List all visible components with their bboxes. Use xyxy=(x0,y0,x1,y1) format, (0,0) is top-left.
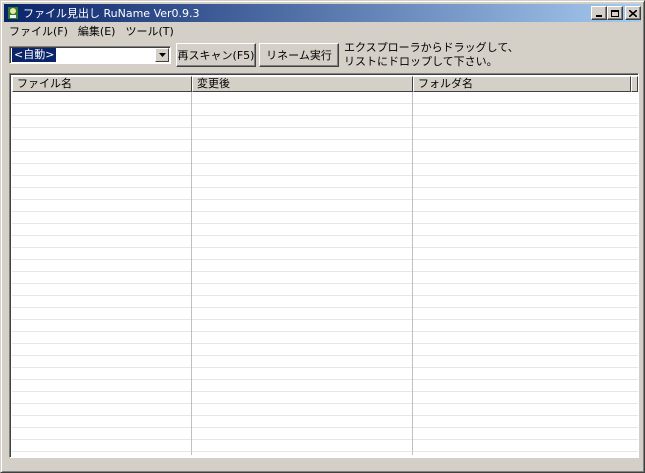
mode-select-value: <自動> xyxy=(12,48,57,62)
minimize-button[interactable] xyxy=(591,6,607,20)
mode-select-dropdown-button[interactable] xyxy=(155,48,169,62)
chevron-down-icon xyxy=(158,53,166,57)
drop-hint: エクスプローラからドラッグして、 リストにドロップして下さい。 xyxy=(344,41,519,69)
rename-button[interactable]: リネーム実行 xyxy=(259,43,339,67)
column-header-new-name[interactable]: 変更後 xyxy=(192,76,413,92)
maximize-button[interactable] xyxy=(607,6,623,20)
title-bar[interactable]: ファイル見出し RuName Ver0.9.3 xyxy=(4,4,641,22)
close-button[interactable] xyxy=(625,6,641,20)
list-header: ファイル名 変更後 フォルダ名 xyxy=(12,76,638,92)
column-header-filename[interactable]: ファイル名 xyxy=(12,76,192,92)
minimize-icon xyxy=(596,15,602,17)
menu-bar: ファイル(F) 編集(E) ツール(T) xyxy=(4,23,179,40)
list-rows[interactable] xyxy=(12,92,638,455)
rescan-button[interactable]: 再スキャン(F5) xyxy=(176,43,256,67)
status-bar xyxy=(4,461,641,471)
drop-hint-line1: エクスプローラからドラッグして、 xyxy=(344,41,519,54)
column-header-filler xyxy=(631,76,638,92)
app-icon xyxy=(6,6,20,20)
mode-select[interactable]: <自動> xyxy=(9,46,171,64)
maximize-icon xyxy=(611,9,619,17)
menu-file[interactable]: ファイル(F) xyxy=(4,23,73,40)
drop-hint-line2: リストにドロップして下さい。 xyxy=(344,55,498,68)
menu-tools[interactable]: ツール(T) xyxy=(120,23,178,40)
window-title: ファイル見出し RuName Ver0.9.3 xyxy=(23,7,200,20)
column-header-folder[interactable]: フォルダ名 xyxy=(413,76,631,92)
menu-edit[interactable]: 編集(E) xyxy=(73,23,121,40)
main-window: ファイル見出し RuName Ver0.9.3 ファイル(F) 編集(E) ツー… xyxy=(0,0,645,473)
close-icon xyxy=(629,9,637,17)
file-list[interactable]: ファイル名 変更後 フォルダ名 xyxy=(9,73,639,458)
